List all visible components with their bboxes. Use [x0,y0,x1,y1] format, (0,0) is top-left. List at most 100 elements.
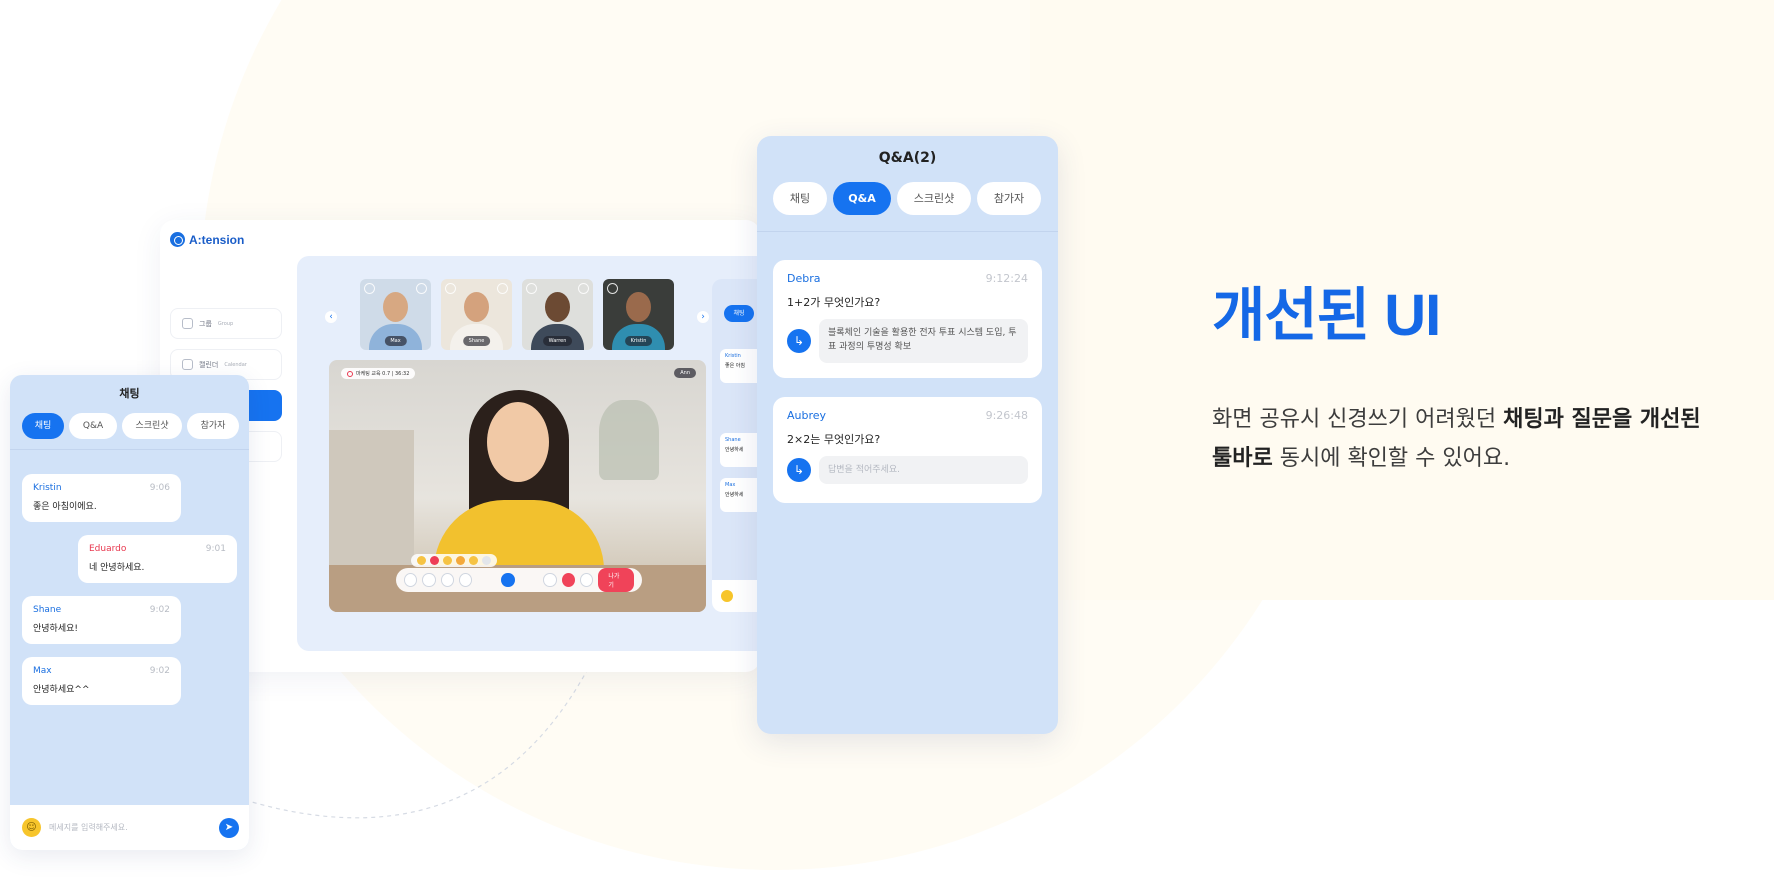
question-text: 1+2가 무엇인가요? [787,296,881,309]
main-video[interactable]: 마케팅 교육 0.7 | 36:32 Ann 나가기 [329,360,706,612]
thumbs-up-icon[interactable] [417,556,426,565]
sender-name: Shane [725,437,741,443]
page-description: 화면 공유시 신경쓰기 어려웠던 채팅과 질문을 개선된 툴바로 동시에 확인할 … [1212,400,1732,478]
participant-thumb-max[interactable]: Max [360,279,431,350]
tab-participants[interactable]: 참가자 [187,413,239,439]
tab-qa[interactable]: Q&A [833,182,891,215]
message-text: 좋은 아침이에요. [33,502,97,512]
desc-highlight: 툴바로 [1212,446,1273,471]
sender-name: Shane [33,605,62,615]
message-time: 9:02 [149,666,170,676]
settings-icon[interactable] [580,573,594,587]
surprise-icon[interactable] [469,556,478,565]
nav-label: 그룹 [199,319,212,328]
more-icon[interactable] [416,283,427,294]
expand-icon[interactable] [364,283,375,294]
camera-icon[interactable] [543,573,557,587]
tab-participants[interactable]: 참가자 [977,182,1041,215]
more-reactions-icon[interactable] [482,556,491,565]
participant-thumbnails: Max Shane Warren Kristin [360,279,674,350]
qa-tabs: 채팅 Q&A 스크린샷 참가자 [773,182,1041,215]
strip-input[interactable] [712,580,757,612]
participant-thumb-kristin[interactable]: Kristin [603,279,674,350]
heart-icon[interactable] [430,556,439,565]
emoji-icon[interactable] [440,573,454,587]
answer-text: 블록체인 기술을 활용한 전자 투표 시스템 도입, 투표 과정의 투명성 확보 [819,319,1028,363]
divider [757,231,1058,232]
smile-icon[interactable] [721,590,733,602]
participant-thumb-warren[interactable]: Warren [522,279,593,350]
participant-name: Shane [462,336,491,346]
reply-icon: ↳ [787,328,811,353]
message-text: 안녕하세요! [33,624,79,634]
tab-chat[interactable]: 채팅 [724,305,754,322]
qa-panel: Q&A(2) 채팅 Q&A 스크린샷 참가자 Debra 9:12:24 1+2가… [757,136,1058,734]
message-text: 안녕하세요^^ [33,685,90,695]
message-text: 안녕하세 [725,492,744,498]
face [383,292,408,322]
recording-text: 마케팅 교육 0.7 | 36:32 [356,371,410,377]
face [626,292,651,322]
participant-thumb-shane[interactable]: Shane [441,279,512,350]
mic-off-icon[interactable] [561,573,576,587]
expand-icon[interactable] [607,283,618,294]
desc-text: 동시에 확인할 수 있어요. [1272,446,1511,471]
nav-sub: Group [217,320,234,327]
tab-chat[interactable]: 채팅 [773,182,827,215]
more-icon[interactable] [497,283,508,294]
message-text: 안녕하세 [725,447,744,453]
chevron-left-icon[interactable]: ‹ [325,311,337,323]
smile-icon[interactable]: ☺ [22,818,41,837]
laugh-icon[interactable] [456,556,465,565]
chevron-right-icon[interactable]: › [697,311,709,323]
group-icon [182,318,193,329]
reply-icon: ↳ [787,458,811,482]
desc-highlight: 채팅과 질문을 개선된 [1503,407,1701,432]
share-icon[interactable] [501,573,515,587]
chat-input-bar: ☺ 메세지를 입력해주세요. ➤ [10,805,249,850]
message-time: 9:01 [205,544,226,554]
participant-name: Warren [542,336,573,346]
expand-icon[interactable] [445,283,456,294]
answer-input[interactable]: 답변을 적어주세요. [819,456,1028,484]
clap-icon[interactable] [443,556,452,565]
question-card: Debra 9:12:24 1+2가 무엇인가요? ↳ 블록체인 기술을 활용한 … [773,260,1042,378]
reaction-bar [411,554,497,567]
participant-name: Max [384,336,407,346]
question-time: 9:12:24 [985,272,1028,285]
panel-title: 채팅 [119,387,140,400]
sender-name: Max [725,482,736,488]
list-item: Shane 안녕하세 [720,433,757,467]
chat-icon[interactable] [458,573,473,587]
message-time: 9:06 [149,483,170,493]
nav-item-group[interactable]: 그룹 Group [170,308,282,339]
chat-message: Shane 9:02 안녕하세요! [22,596,181,644]
tab-screenshot[interactable]: 스크린샷 [122,413,182,439]
expand-icon[interactable] [526,283,537,294]
sender-name: Eduardo [89,544,127,554]
message-input[interactable]: 메세지를 입력해주세요. [49,822,128,833]
tab-chat[interactable]: 채팅 [22,413,64,439]
meeting-stage: ‹ › Max Shane Warren Kristin 마케팅 교육 0.7 … [297,256,760,651]
question-card: Aubrey 9:26:48 2×2는 무엇인가요? ↳ 답변을 적어주세요. [773,397,1042,503]
hand-icon[interactable] [422,573,436,587]
question-time: 9:26:48 [985,409,1028,422]
exit-button[interactable]: 나가기 [598,568,635,592]
send-icon[interactable]: ➤ [219,818,239,838]
app-window: A:tension 그룹 Group 캘린더 Calendar ‹ › Max [160,220,760,672]
logo[interactable]: A:tension [170,232,244,247]
page-title: 개선된 UI [1212,283,1441,348]
more-icon[interactable] [578,283,589,294]
host-tag: Ann [674,368,696,378]
tab-screenshot[interactable]: 스크린샷 [897,182,971,215]
logo-text: A:tension [189,232,245,247]
chat-message: Kristin 9:06 좋은 아침이에요. [22,474,181,522]
nav-sub: Calendar [224,361,247,368]
panel-title: Q&A(2) [878,150,937,166]
sender-name: Kristin [725,353,741,359]
side-chat-strip: 채팅 Kristin 좋은 아침 Shane 안녕하세 Max 안녕하세 [712,279,757,612]
tab-qa[interactable]: Q&A [69,413,117,439]
divider [10,449,249,450]
screen-icon[interactable] [404,573,418,587]
message-time: 9:02 [149,605,170,615]
